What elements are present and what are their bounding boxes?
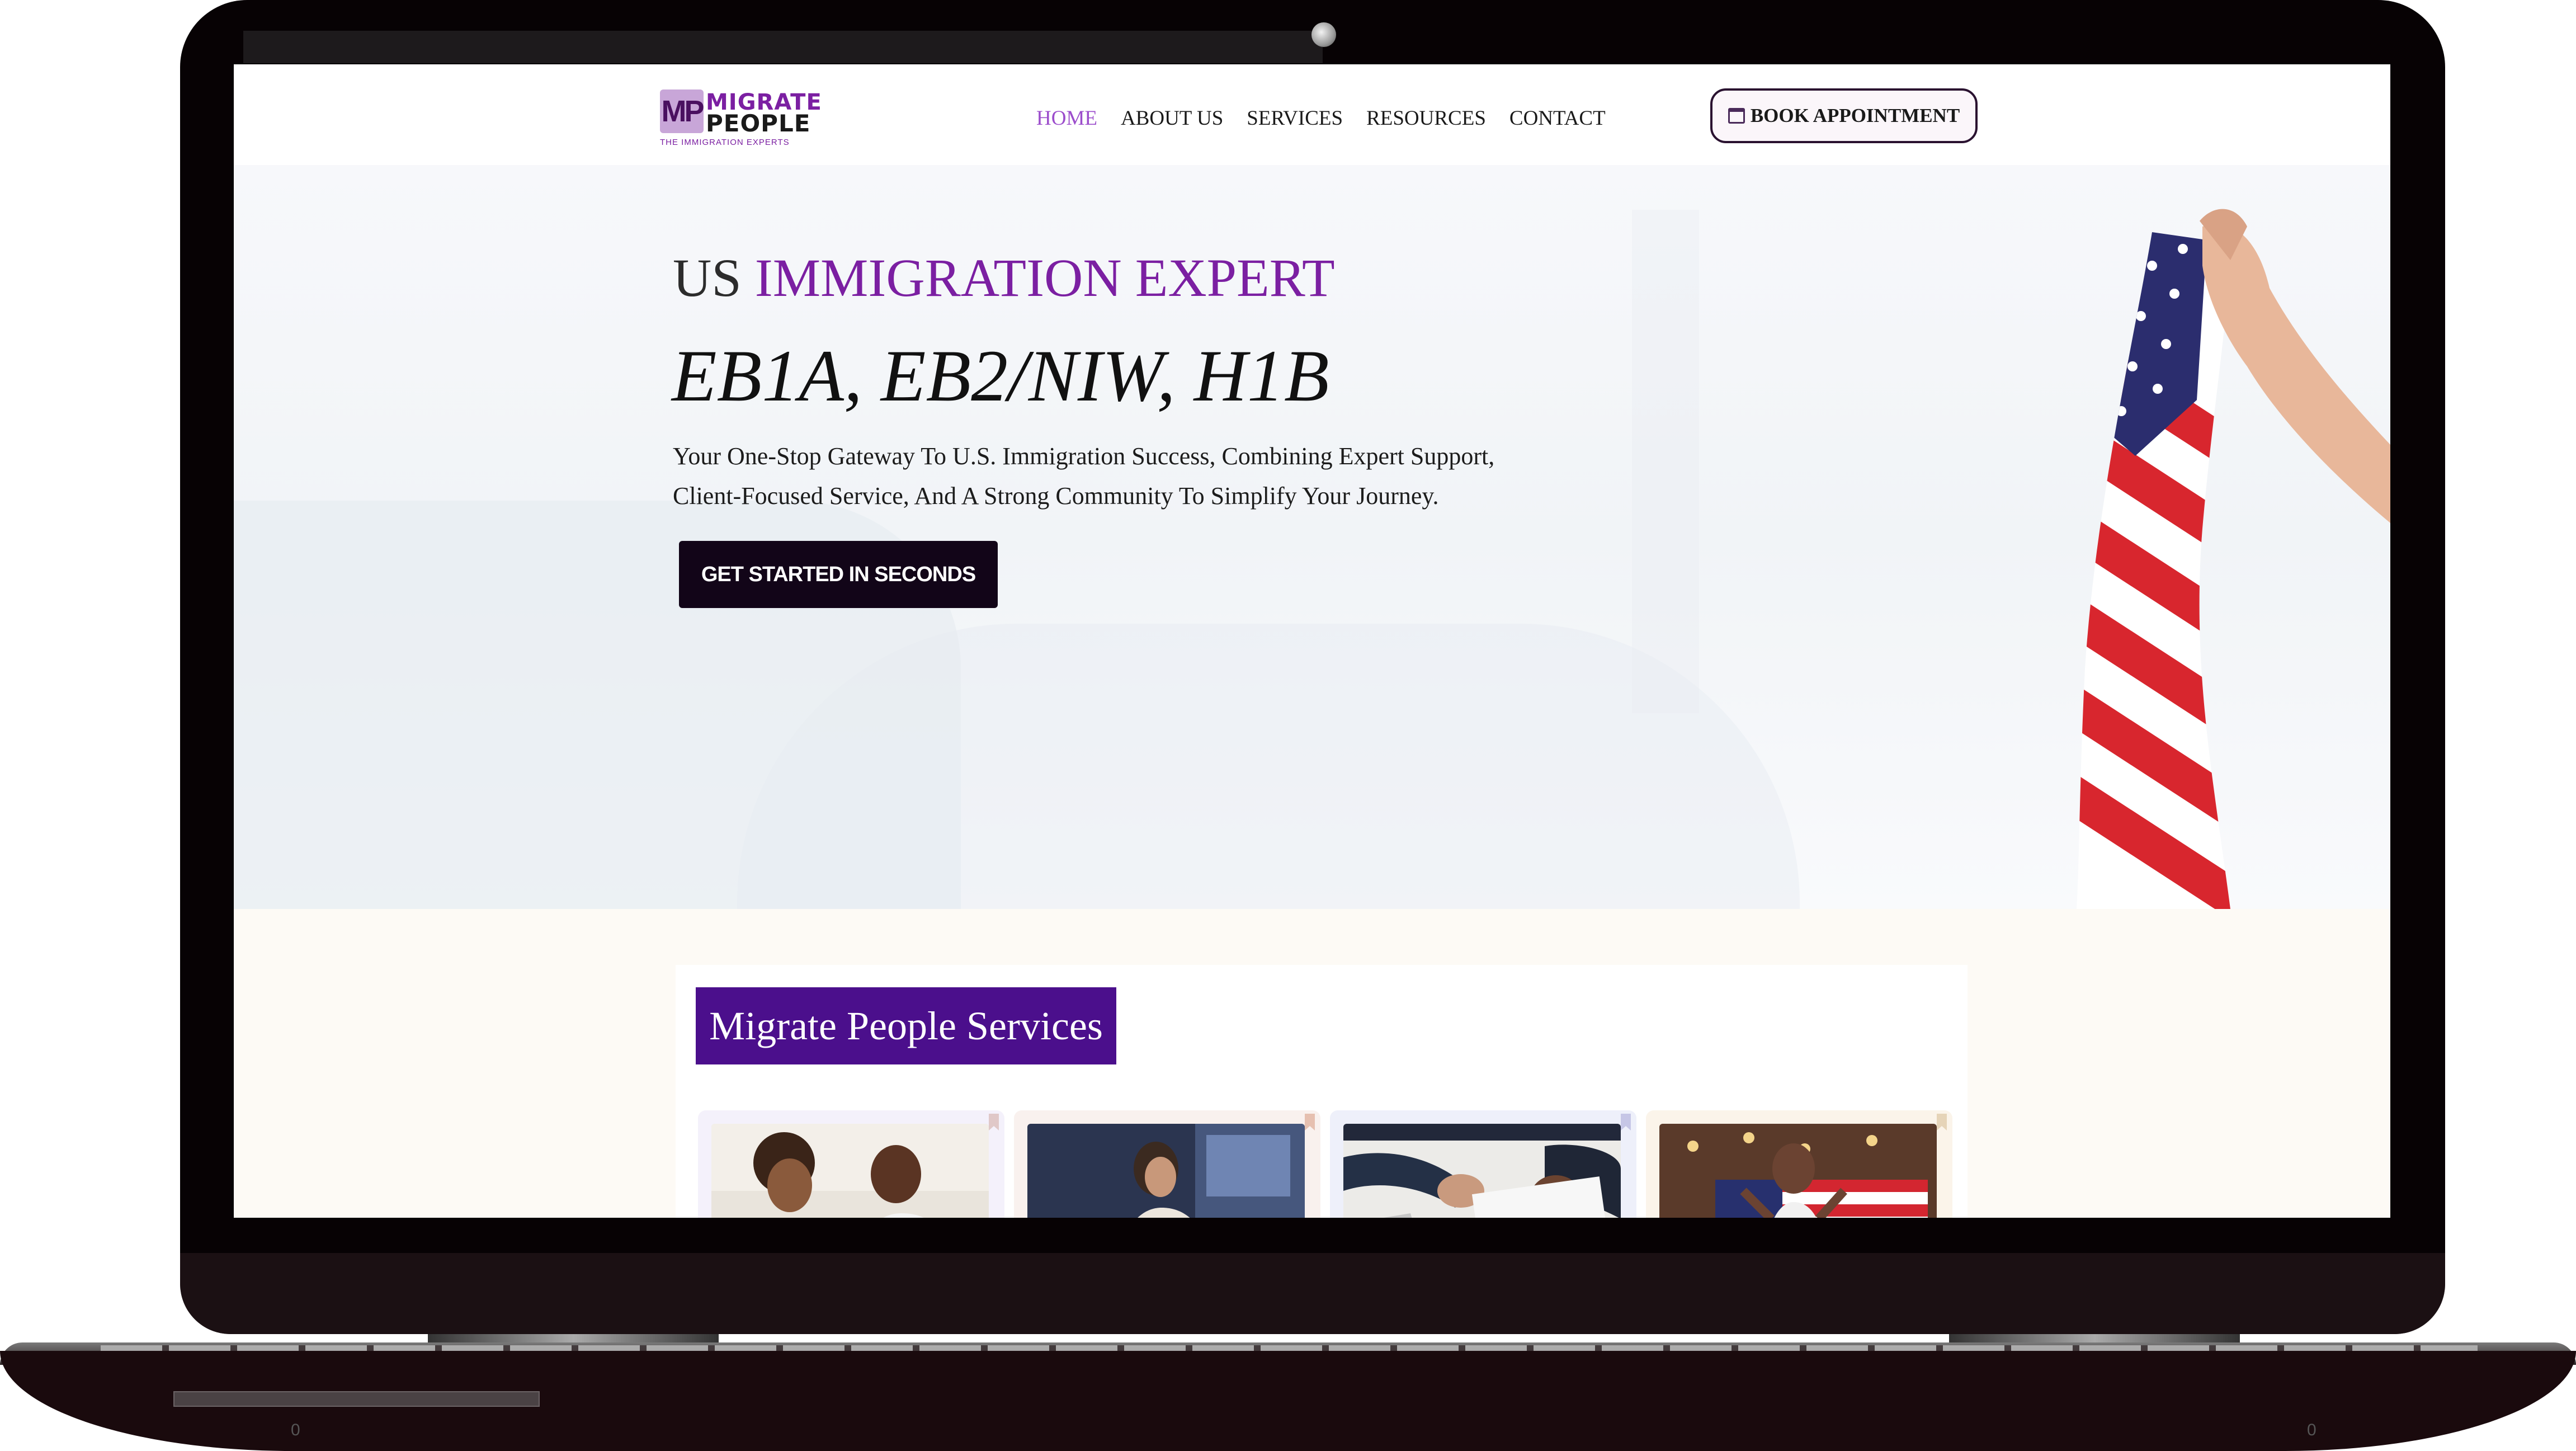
hero-title-prefix: US xyxy=(673,248,742,308)
hero-visa-types: EB1A, EB2/NIW, H1B xyxy=(672,335,1329,417)
nav-about-us[interactable]: ABOUT US xyxy=(1121,106,1223,130)
services-heading: Migrate People Services xyxy=(696,987,1116,1064)
site-logo[interactable]: MP MIGRATE PEOPLE THE IMMIGRATION EXPERT… xyxy=(660,89,822,148)
hero-description-line: Client-Focused Service, And A Strong Com… xyxy=(673,482,1439,510)
service-card[interactable] xyxy=(1014,1110,1320,1218)
website-screen: MP MIGRATE PEOPLE THE IMMIGRATION EXPERT… xyxy=(234,64,2390,1218)
logo-mark: MP xyxy=(660,89,705,133)
webcam-icon xyxy=(1311,22,1336,47)
book-appointment-button[interactable]: BOOK APPOINTMENT xyxy=(1710,88,1978,143)
service-card[interactable] xyxy=(1646,1110,1952,1218)
nav-resources[interactable]: RESOURCES xyxy=(1366,106,1486,130)
hero-description: Your One-Stop Gateway To U.S. Immigratio… xyxy=(673,436,1545,516)
browser-top-bar xyxy=(243,31,1323,63)
bookmark-flag-icon xyxy=(1937,1114,1947,1130)
base-mark-right: 0 xyxy=(2307,1421,2316,1439)
get-started-button[interactable]: GET STARTED IN SECONDS xyxy=(679,541,998,608)
calendar-icon xyxy=(1728,108,1745,124)
hero-description-line: Your One-Stop Gateway To U.S. Immigratio… xyxy=(673,442,1495,470)
consultation-photo xyxy=(711,1124,989,1218)
woman-with-us-flag-photo xyxy=(1659,1124,1937,1218)
book-appointment-label: BOOK APPOINTMENT xyxy=(1750,105,1960,126)
hero-section: US IMMIGRATION EXPERT EB1A, EB2/NIW, H1B… xyxy=(234,165,2390,909)
services-section: Migrate People Services xyxy=(234,909,2390,1218)
site-header: MP MIGRATE PEOPLE THE IMMIGRATION EXPERT… xyxy=(234,64,2390,165)
us-flag-illustration xyxy=(2077,209,2390,909)
bookmark-flag-icon xyxy=(1305,1114,1315,1130)
hero-title: US IMMIGRATION EXPERT xyxy=(673,247,1335,309)
laptop-bottom-bezel xyxy=(180,1253,2445,1334)
service-card[interactable] xyxy=(698,1110,1004,1218)
hero-bg-tower xyxy=(1632,210,1699,713)
logo-tagline: THE IMMIGRATION EXPERTS xyxy=(660,138,790,147)
base-mark-left: 0 xyxy=(291,1421,300,1439)
bookmark-flag-icon xyxy=(1621,1114,1631,1130)
document-signing-photo xyxy=(1343,1124,1621,1218)
nav-home[interactable]: HOME xyxy=(1036,106,1097,130)
nav-services[interactable]: SERVICES xyxy=(1247,106,1343,130)
bookmark-flag-icon xyxy=(989,1114,999,1130)
logo-word-people: PEOPLE xyxy=(706,110,811,137)
office-worker-photo xyxy=(1027,1124,1305,1218)
main-nav: HOME ABOUT US SERVICES RESOURCES CONTACT xyxy=(1036,106,1606,130)
nav-contact[interactable]: CONTACT xyxy=(1509,106,1606,130)
trackpad xyxy=(173,1391,540,1407)
service-card[interactable] xyxy=(1330,1110,1636,1218)
hero-title-accent: IMMIGRATION EXPERT xyxy=(754,248,1335,308)
